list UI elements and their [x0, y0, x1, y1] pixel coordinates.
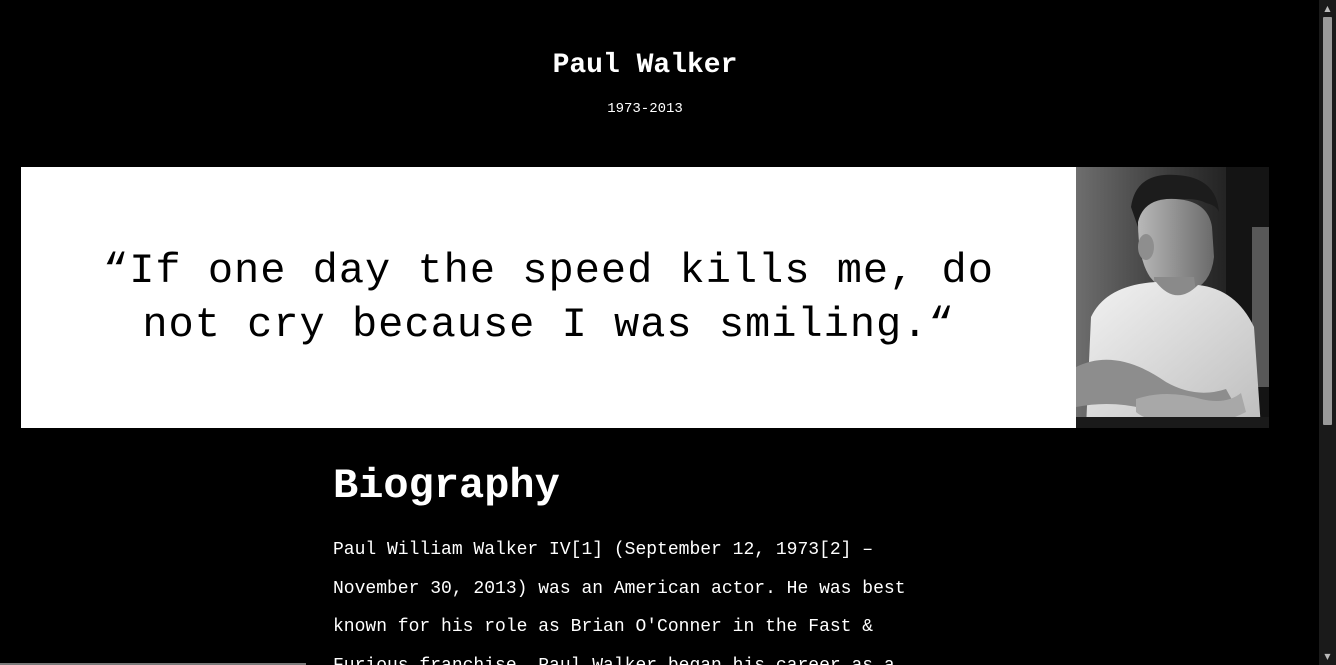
portrait-photo-icon: [1076, 167, 1269, 428]
biography-text: Paul William Walker IV[1] (September 12,…: [333, 540, 906, 665]
biography-section: Biography Paul William Walker IV[1] (Sep…: [333, 458, 953, 665]
page-title: Paul Walker: [552, 50, 738, 81]
portrait-image: [1076, 167, 1269, 428]
scroll-up-arrow-icon[interactable]: ▲: [1319, 0, 1336, 17]
vertical-scrollbar[interactable]: ▲ ▼: [1319, 0, 1336, 665]
life-years: 1973-2013: [607, 101, 683, 117]
scroll-down-arrow-icon[interactable]: ▼: [1319, 648, 1336, 665]
quote-text: “If one day the speed kills me, do not c…: [103, 246, 994, 349]
quote-banner: “If one day the speed kills me, do not c…: [21, 167, 1269, 428]
biography-heading: Biography: [333, 462, 560, 510]
page: Paul Walker 1973-2013 “If one day the sp…: [0, 0, 1336, 665]
scrollbar-thumb[interactable]: [1323, 17, 1332, 425]
